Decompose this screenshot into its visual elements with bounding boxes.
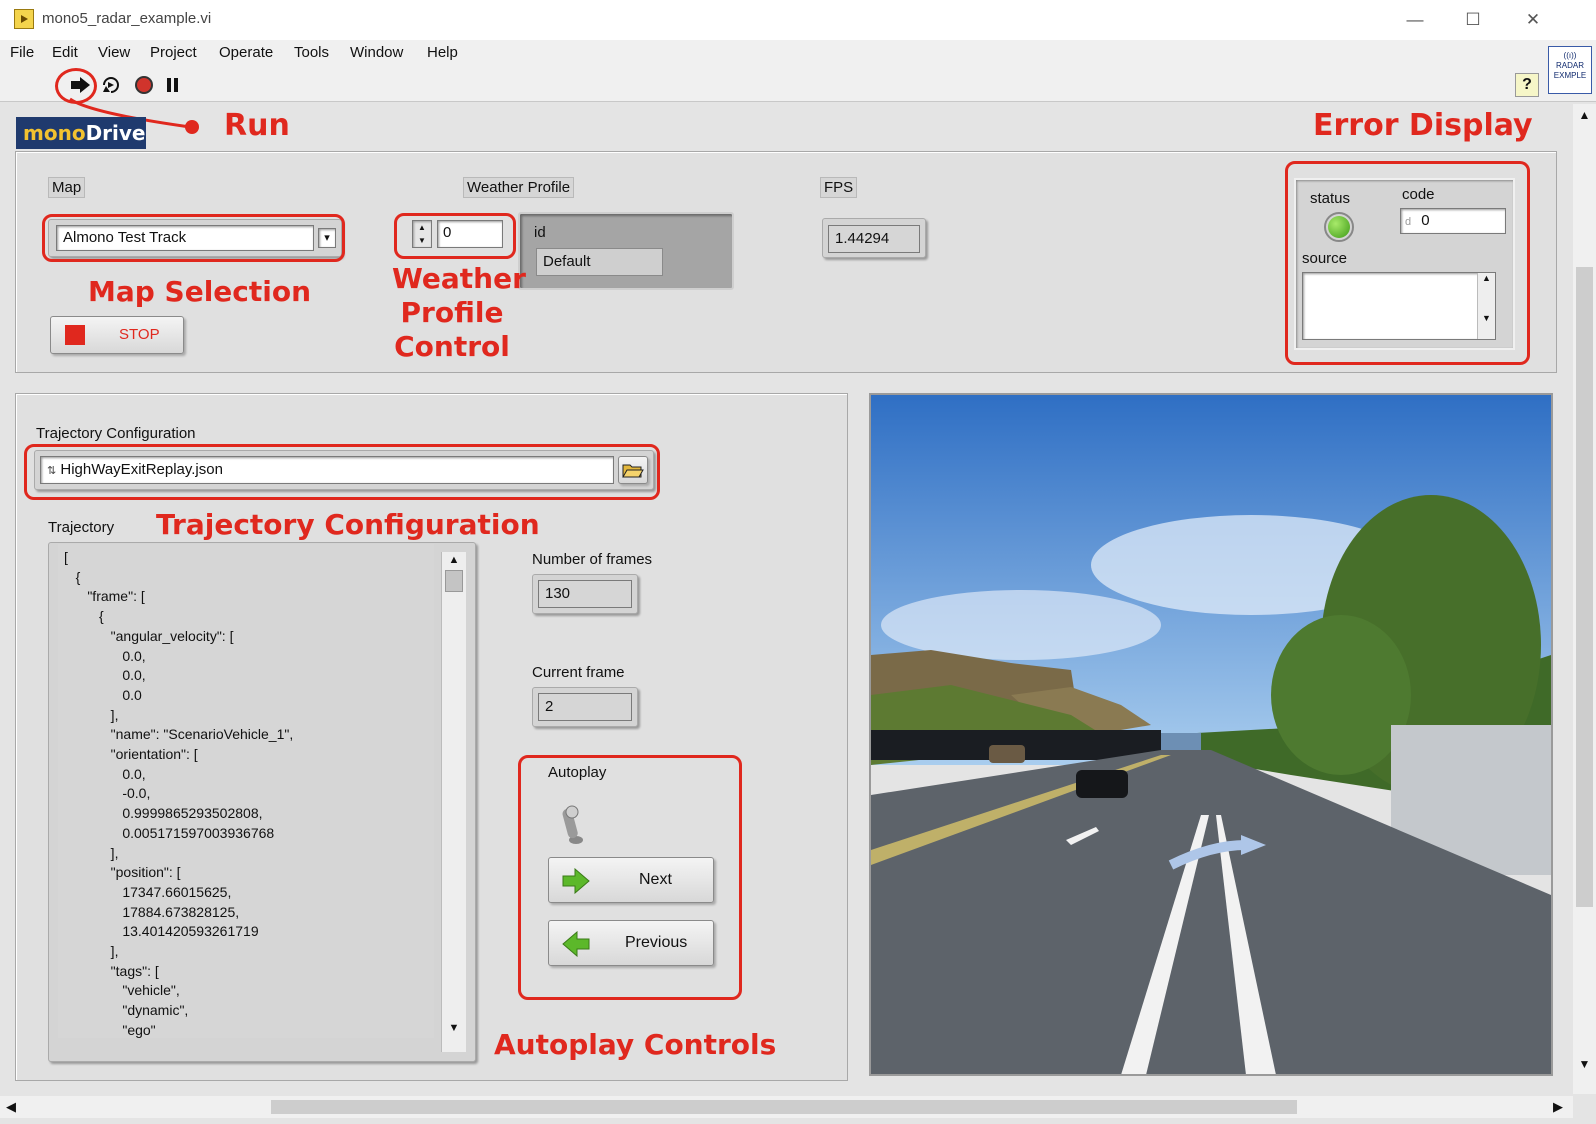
run-continuously-button[interactable] bbox=[100, 74, 122, 96]
radar-badge-line1: RADAR bbox=[1555, 61, 1584, 70]
run-annotation: Run bbox=[224, 108, 290, 143]
labview-window: mono5_radar_example.vi — ☐ ✕ File Edit V… bbox=[0, 0, 1596, 1124]
toolbar bbox=[0, 68, 1596, 102]
trajectory-config-label: Trajectory Configuration bbox=[36, 425, 196, 442]
pause-icon bbox=[167, 78, 178, 92]
close-button[interactable]: ✕ bbox=[1510, 6, 1556, 34]
weather-id-label: id bbox=[534, 224, 546, 241]
weather-annotation-line2: Profile bbox=[400, 296, 504, 329]
scroll-left-icon: ◀ bbox=[6, 1099, 16, 1114]
fps-indicator: 1.44294 bbox=[828, 225, 920, 253]
trajectory-json-text[interactable]: [ { "frame": [ { "angular_velocity": [ 0… bbox=[58, 544, 434, 1038]
weather-profile-label: Weather Profile bbox=[463, 177, 575, 198]
stop-label: STOP bbox=[119, 326, 160, 343]
weather-cluster: id Default bbox=[518, 212, 734, 290]
radar-badge-symbol: ((ı)) bbox=[1563, 51, 1577, 60]
number-of-frames-label: Number of frames bbox=[532, 551, 653, 568]
scroll-down-icon: ▼ bbox=[1578, 1057, 1591, 1071]
menu-help[interactable]: Help bbox=[427, 44, 458, 61]
logo-mono-text: mono bbox=[23, 121, 86, 145]
stop-square-icon bbox=[65, 325, 85, 345]
trajectory-config-highlight-box bbox=[24, 444, 660, 500]
vi-connector-icon: ((ı)) RADAR EXMPLE bbox=[1548, 46, 1592, 94]
menu-window[interactable]: Window bbox=[350, 44, 403, 61]
current-frame-indicator: 2 bbox=[538, 693, 632, 721]
vi-icon bbox=[14, 9, 34, 29]
scroll-right-icon: ▶ bbox=[1553, 1099, 1563, 1114]
map-label: Map bbox=[48, 177, 86, 198]
window-title: mono5_radar_example.vi bbox=[42, 10, 212, 27]
menu-tools[interactable]: Tools bbox=[294, 44, 329, 61]
weather-annotation-line1: Weather bbox=[392, 262, 526, 295]
vertical-scroll-thumb[interactable] bbox=[1576, 267, 1593, 907]
trajectory-config-annotation: Trajectory Configuration bbox=[156, 508, 540, 541]
scroll-up-icon: ▲ bbox=[448, 554, 460, 566]
radar-badge-line2: EXMPLE bbox=[1553, 71, 1587, 80]
context-help-button[interactable]: ? bbox=[1515, 73, 1539, 97]
current-frame-label: Current frame bbox=[532, 664, 625, 681]
fps-value: 1.44294 bbox=[835, 230, 890, 247]
scroll-thumb[interactable] bbox=[445, 570, 463, 592]
map-highlight-box bbox=[42, 214, 345, 262]
scroll-down-icon: ▼ bbox=[448, 1022, 460, 1034]
menu-view[interactable]: View bbox=[98, 44, 130, 61]
menu-edit[interactable]: Edit bbox=[52, 44, 78, 61]
fps-label: FPS bbox=[820, 177, 858, 198]
menu-operate[interactable]: Operate bbox=[219, 44, 273, 61]
autoplay-highlight-box bbox=[518, 755, 742, 1000]
error-highlight-box bbox=[1285, 161, 1530, 365]
trajectory-scrollbar[interactable]: ▲ ▼ bbox=[441, 552, 466, 1052]
weather-id-value: Default bbox=[543, 253, 591, 270]
weather-annotation-line3: Control bbox=[394, 330, 510, 363]
frames-total-value: 130 bbox=[545, 585, 571, 602]
stop-button[interactable]: STOP bbox=[50, 316, 184, 354]
monodrive-logo: monoDrive bbox=[16, 117, 146, 149]
minimize-button[interactable]: — bbox=[1392, 6, 1438, 34]
vertical-scrollbar[interactable]: ▲ ▼ bbox=[1573, 104, 1596, 1094]
frames-total-indicator: 130 bbox=[538, 580, 632, 608]
title-bar bbox=[0, 0, 1596, 40]
maximize-button[interactable]: ☐ bbox=[1450, 6, 1496, 34]
error-display-annotation: Error Display bbox=[1313, 108, 1533, 143]
abort-button[interactable] bbox=[133, 74, 155, 96]
stop-sign-icon bbox=[135, 76, 153, 94]
horizontal-scroll-thumb[interactable] bbox=[271, 1100, 1297, 1114]
camera-view bbox=[869, 393, 1553, 1076]
weather-annotation: Weather Profile Control bbox=[392, 262, 526, 364]
menu-file[interactable]: File bbox=[10, 44, 34, 61]
menu-project[interactable]: Project bbox=[150, 44, 197, 61]
horizontal-scrollbar[interactable]: ◀ ▶ bbox=[0, 1096, 1573, 1118]
run-continuously-icon bbox=[103, 77, 119, 93]
weather-highlight-box bbox=[394, 213, 516, 259]
weather-id-field[interactable]: Default bbox=[536, 248, 663, 276]
map-selection-annotation: Map Selection bbox=[88, 275, 312, 308]
simulation-scene-image bbox=[871, 395, 1551, 1074]
logo-drive-text: Drive bbox=[85, 121, 146, 145]
pause-button[interactable] bbox=[166, 77, 180, 93]
current-frame-value: 2 bbox=[545, 698, 554, 715]
trajectory-label: Trajectory bbox=[48, 519, 115, 536]
autoplay-controls-annotation: Autoplay Controls bbox=[494, 1028, 777, 1061]
scroll-up-icon: ▲ bbox=[1578, 108, 1591, 122]
